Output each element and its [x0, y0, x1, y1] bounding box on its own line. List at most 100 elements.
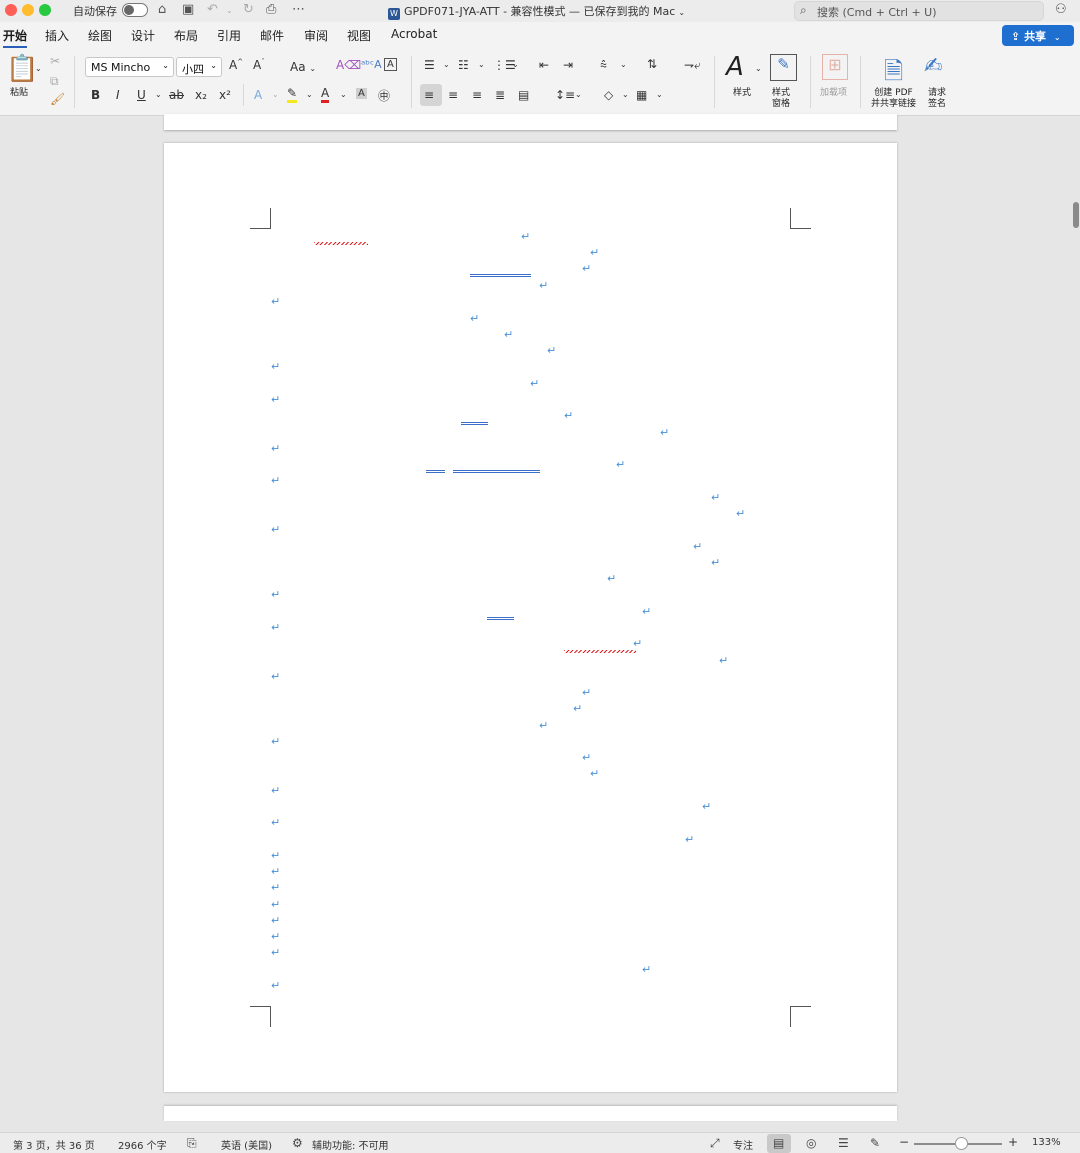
print-icon[interactable]: ⎙ [266, 2, 276, 17]
web-layout-icon[interactable]: ◎ [806, 1136, 816, 1150]
focus-label[interactable]: 专注 [733, 1137, 753, 1152]
print-layout-icon[interactable]: ▤ [773, 1136, 784, 1150]
show-paragraph-marks-icon[interactable]: ⇁⤶ [684, 58, 701, 73]
borders-icon[interactable]: ▦ [636, 88, 647, 102]
decrease-indent-icon[interactable]: ⇤ [539, 58, 549, 72]
tab-design[interactable]: 设计 [131, 27, 155, 44]
text-effects-icon[interactable]: A [254, 88, 262, 102]
clear-formatting-icon[interactable]: A⌫ [336, 58, 361, 72]
vertical-scrollbar-thumb[interactable] [1073, 202, 1079, 228]
underline-button[interactable]: U [137, 88, 146, 102]
strikethrough-button[interactable]: ab [169, 88, 184, 102]
zoom-out-icon[interactable]: − [899, 1135, 909, 1149]
paste-label[interactable]: 粘贴 [10, 88, 28, 99]
bullets-dropdown-icon[interactable]: ⌄ [443, 60, 450, 69]
font-name-select[interactable]: MS Mincho ⌄ [85, 57, 174, 77]
tab-mailings[interactable]: 邮件 [260, 27, 284, 44]
redo-icon[interactable]: ↻ [243, 2, 254, 17]
page-count[interactable]: 第 3 页，共 36 页 [13, 1137, 95, 1152]
superscript-button[interactable]: x² [219, 88, 231, 102]
bold-button[interactable]: B [91, 88, 100, 102]
bullets-icon[interactable]: ☰ [424, 58, 435, 72]
align-left-icon[interactable]: ≡ [424, 88, 434, 102]
borders-dropdown-icon[interactable]: ⌄ [656, 90, 663, 99]
home-icon[interactable]: ⌂ [158, 2, 166, 17]
zoom-in-icon[interactable]: + [1008, 1135, 1018, 1149]
search-input[interactable]: ⌕ 搜索 (Cmd + Ctrl + U) [794, 1, 1044, 21]
styles-pane-label[interactable]: 样式 窗格 [772, 88, 790, 110]
paste-icon[interactable]: 📋 [6, 54, 38, 84]
proofing-icon[interactable]: ⎘ [187, 1136, 197, 1151]
format-painter-icon[interactable]: 🖌 [50, 92, 65, 106]
minimize-window-button[interactable] [22, 4, 34, 16]
subscript-button[interactable]: x₂ [195, 88, 207, 102]
character-border-icon[interactable]: A [384, 58, 397, 71]
more-icon[interactable]: ⋯ [292, 2, 305, 17]
tab-view[interactable]: 视图 [347, 27, 371, 44]
undo-icon[interactable]: ↶ [207, 2, 218, 17]
styles-pane-icon[interactable]: ✎ [770, 54, 797, 81]
autosave-toggle[interactable] [122, 3, 148, 17]
line-spacing-icon[interactable]: ↕≡ [555, 88, 575, 102]
accessibility-status[interactable]: 辅助功能: 不可用 [312, 1137, 389, 1152]
share-person-icon[interactable]: ⚇ [1055, 2, 1067, 17]
tab-references[interactable]: 引用 [217, 27, 241, 44]
styles-label[interactable]: 样式 [733, 88, 751, 99]
tab-review[interactable]: 审阅 [304, 27, 328, 44]
shading-icon[interactable]: ◇ [604, 88, 613, 102]
font-color-dropdown-icon[interactable]: ⌄ [340, 90, 347, 99]
asian-layout-dropdown-icon[interactable]: ⌄ [620, 60, 627, 69]
text-effects-abc-icon[interactable]: ᵃᵇᶜA [361, 58, 382, 71]
increase-indent-icon[interactable]: ⇥ [563, 58, 573, 72]
accessibility-icon[interactable]: ⚙ [292, 1136, 303, 1150]
save-icon[interactable]: ▣ [182, 2, 194, 17]
sort-icon[interactable]: ⇅ [647, 57, 657, 71]
tab-acrobat[interactable]: Acrobat [391, 27, 437, 41]
shading-dropdown-icon[interactable]: ⌄ [622, 90, 629, 99]
language-status[interactable]: 英语 (美国) [221, 1137, 272, 1152]
highlight-dropdown-icon[interactable]: ⌄ [306, 90, 313, 99]
font-size-select[interactable]: 小四 ⌄ [176, 57, 222, 77]
document-title[interactable]: W GPDF071-JYA-ATT - 兼容性模式 — 已保存到我的 Mac ⌄ [388, 3, 685, 20]
tab-insert[interactable]: 插入 [45, 27, 69, 44]
addins-label[interactable]: 加载项 [820, 88, 847, 99]
create-pdf-label[interactable]: 创建 PDF 并共享链接 [871, 88, 916, 110]
zoom-slider-thumb[interactable] [955, 1137, 968, 1150]
underline-dropdown-icon[interactable]: ⌄ [155, 90, 162, 99]
highlight-icon[interactable]: ✎ [287, 86, 298, 103]
justify-icon[interactable]: ≣ [495, 88, 505, 102]
align-center-icon[interactable]: ≡ [448, 88, 458, 102]
font-color-icon[interactable]: A [321, 86, 330, 103]
character-shading-icon[interactable]: A [356, 88, 367, 99]
zoom-level[interactable]: 133% [1032, 1137, 1061, 1148]
tab-home[interactable]: 开始 [3, 27, 28, 48]
zoom-window-button[interactable] [39, 4, 51, 16]
multilevel-dropdown-icon[interactable]: ⌄ [512, 60, 519, 69]
numbering-icon[interactable]: ☷ [458, 58, 469, 72]
grow-font-icon[interactable]: A^ [229, 58, 243, 72]
draft-view-icon[interactable]: ✎ [870, 1136, 880, 1150]
cut-icon[interactable]: ✂ [50, 54, 60, 68]
tab-draw[interactable]: 绘图 [88, 27, 112, 44]
asian-layout-icon[interactable]: ⩯ [600, 58, 607, 73]
shrink-font-icon[interactable]: Aˇ [253, 58, 265, 72]
italic-button[interactable]: I [116, 88, 120, 102]
document-page[interactable]: ↵ ↵ ↵ ↵ ↵ ↵ ↵ ↵ ↵ ↵ ↵ ↵ ↵ ↵ ↵ ↵ ↵ ↵ ↵ ↵ … [164, 143, 897, 1092]
line-spacing-dropdown-icon[interactable]: ⌄ [575, 90, 582, 99]
addins-icon[interactable]: ⊞ [822, 54, 848, 80]
share-button[interactable]: ⇪ 共享 ⌄ [1002, 25, 1074, 46]
styles-dropdown-icon[interactable]: ⌄ [755, 64, 762, 73]
text-effects-dropdown-icon[interactable]: ⌄ [272, 90, 279, 99]
styles-icon[interactable]: A [726, 52, 744, 82]
close-window-button[interactable] [5, 4, 17, 16]
copy-icon[interactable]: ⧉ [50, 74, 59, 89]
change-case-button[interactable]: Aa ⌄ [290, 60, 316, 74]
paste-dropdown-icon[interactable]: ⌄ [35, 64, 42, 73]
focus-icon[interactable]: ⤢ [710, 1136, 720, 1151]
outline-view-icon[interactable]: ☰ [838, 1136, 849, 1150]
word-count[interactable]: 2966 个字 [118, 1137, 167, 1152]
tab-layout[interactable]: 布局 [174, 27, 198, 44]
numbering-dropdown-icon[interactable]: ⌄ [478, 60, 485, 69]
request-signature-label[interactable]: 请求 签名 [928, 88, 946, 110]
enclose-characters-icon[interactable]: ㊥ [378, 87, 390, 104]
